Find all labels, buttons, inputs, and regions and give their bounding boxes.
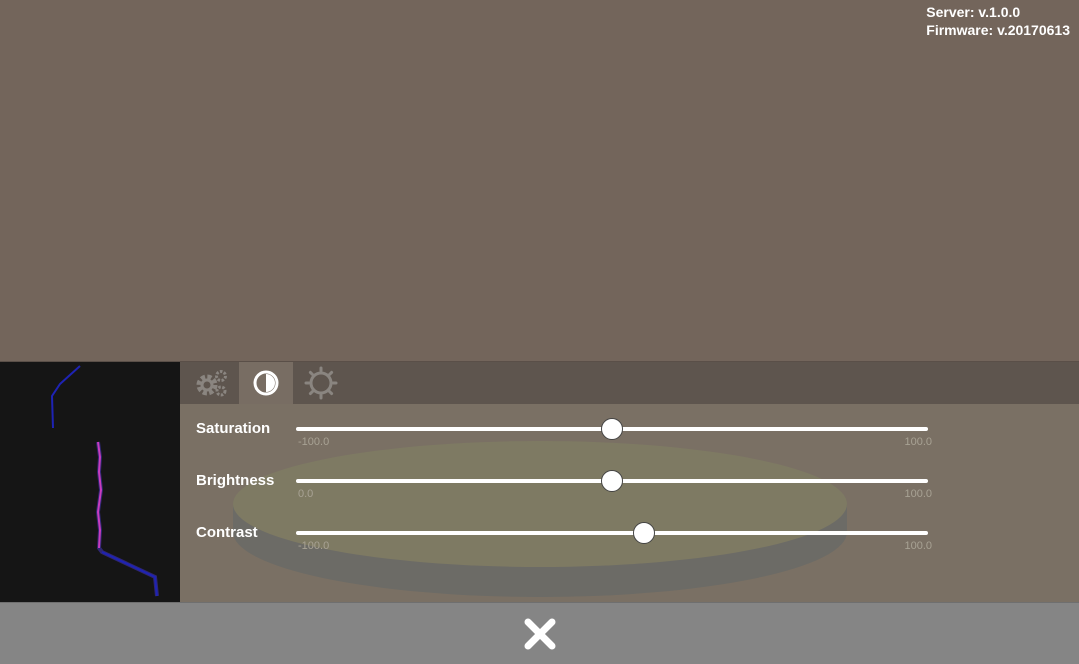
firmware-version: Firmware: v.20170613 <box>926 22 1070 38</box>
saturation-slider[interactable] <box>296 418 928 440</box>
close-button[interactable] <box>515 613 565 655</box>
tab-brightness[interactable] <box>294 362 348 404</box>
saturation-thumb[interactable] <box>601 418 623 440</box>
tab-general[interactable] <box>184 362 238 404</box>
brightness-thumb[interactable] <box>601 470 623 492</box>
gears-icon <box>196 370 227 397</box>
brightness-min: 0.0 <box>298 488 314 500</box>
saturation-row: Saturation -100.0 100.0 <box>180 418 1079 460</box>
preview-image <box>50 365 159 597</box>
contrast-thumb[interactable] <box>632 522 655 544</box>
saturation-max: 100.0 <box>904 436 932 448</box>
contrast-row: Contrast -100.0 100.0 <box>180 522 1079 564</box>
bottom-bar <box>0 602 1079 664</box>
brightness-max: 100.0 <box>904 488 932 500</box>
saturation-min: -100.0 <box>298 436 330 448</box>
brightness-row: Brightness 0.0 100.0 <box>180 470 1079 512</box>
brightness-slider[interactable] <box>296 470 928 492</box>
contrast-label: Contrast <box>196 524 258 541</box>
close-icon <box>524 618 556 650</box>
contrast-slider[interactable] <box>296 522 928 544</box>
contrast-max: 100.0 <box>904 540 932 552</box>
version-info: Server: v.1.0.0 Firmware: v.20170613 <box>926 3 1070 39</box>
settings-panel: Saturation -100.0 100.0 Brightness 0.0 1… <box>0 361 1079 603</box>
brightness-label: Brightness <box>196 472 275 489</box>
settings-tabbar <box>180 362 1079 404</box>
image-settings: Saturation -100.0 100.0 Brightness 0.0 1… <box>180 362 1079 603</box>
brightness-icon <box>304 366 338 400</box>
saturation-label: Saturation <box>196 420 271 437</box>
server-version: Server: v.1.0.0 <box>926 4 1021 20</box>
contrast-min: -100.0 <box>298 540 330 552</box>
camera-preview <box>0 362 180 603</box>
tab-contrast[interactable] <box>239 362 293 404</box>
contrast-icon <box>253 370 279 396</box>
